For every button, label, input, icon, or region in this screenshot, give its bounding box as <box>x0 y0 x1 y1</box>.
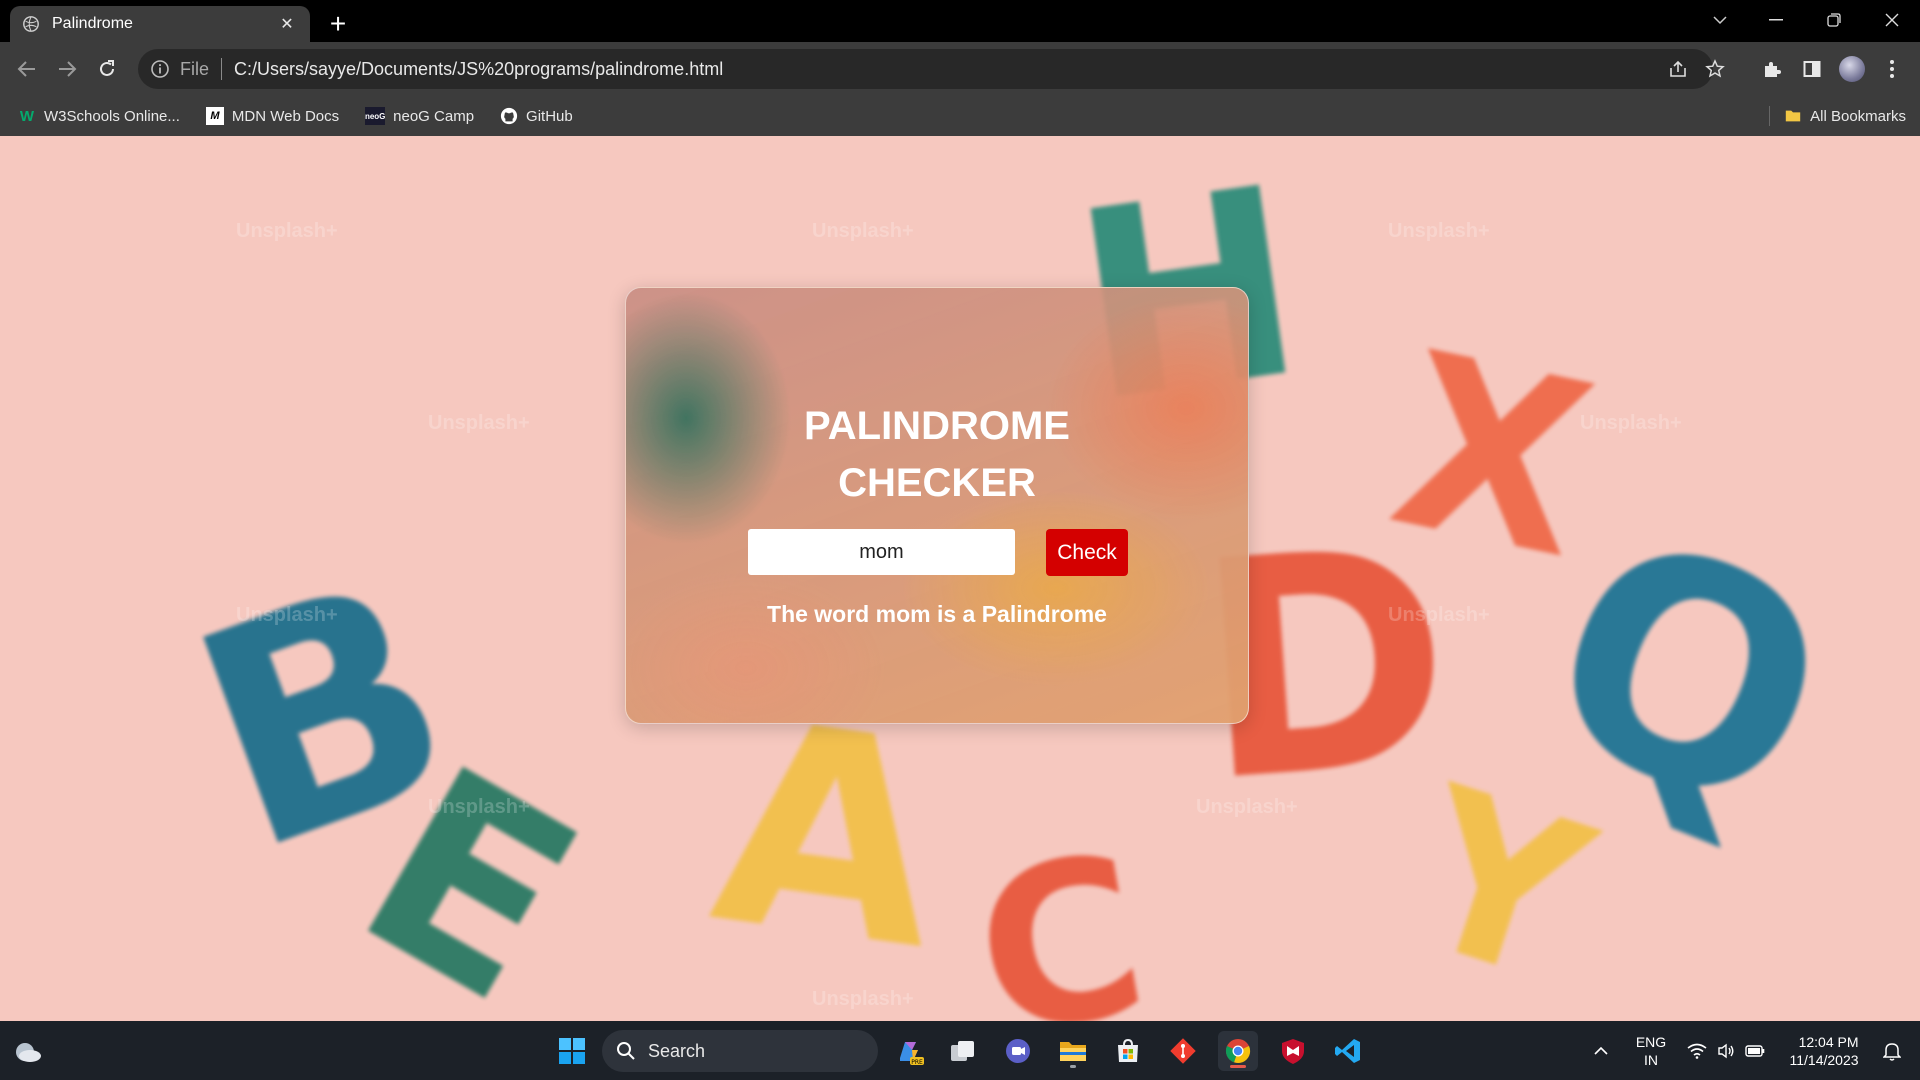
close-window-button[interactable] <box>1864 0 1920 40</box>
volume-icon <box>1718 1043 1734 1058</box>
tab-close-icon[interactable]: ✕ <box>276 13 298 35</box>
all-bookmarks-label: All Bookmarks <box>1810 107 1906 125</box>
bookmark-mdn[interactable]: M MDN Web Docs <box>198 101 347 131</box>
svg-text:PRE: PRE <box>911 1059 923 1066</box>
page-viewport: H B A D C X Y E Q Unsplash+ Unsplash+ Un… <box>0 136 1920 1021</box>
wifi-icon <box>1687 1043 1707 1059</box>
share-icon[interactable] <box>1663 49 1693 89</box>
info-icon[interactable] <box>150 59 170 79</box>
windows-taskbar: Search PRE ENG IN 12:04 PM 11/14/2023 <box>0 1021 1920 1080</box>
chrome-icon[interactable] <box>1218 1031 1258 1071</box>
bookmark-neog[interactable]: neoG neoG Camp <box>357 101 482 131</box>
quick-settings[interactable] <box>1686 1021 1766 1080</box>
url-separator <box>221 58 223 80</box>
side-panel-icon[interactable] <box>1796 53 1828 85</box>
minimize-button[interactable] <box>1748 0 1804 40</box>
unsplash-watermark: Unsplash+ <box>236 604 338 626</box>
back-button[interactable] <box>11 53 43 85</box>
microsoft-store-icon[interactable] <box>1108 1031 1148 1071</box>
neog-icon: neoG <box>365 107 385 125</box>
bookmark-label: MDN Web Docs <box>231 107 340 125</box>
url-scheme-label: File <box>180 58 210 79</box>
bookmarks-bar: W W3Schools Online... M MDN Web Docs neo… <box>0 96 1920 136</box>
reload-button[interactable] <box>91 53 123 85</box>
browser-toolbar: File C:/Users/sayye/Documents/JS%20progr… <box>0 42 1920 96</box>
search-label: Search <box>648 1040 706 1061</box>
word-input[interactable] <box>748 529 1015 575</box>
teams-icon[interactable] <box>998 1031 1038 1071</box>
unsplash-watermark: Unsplash+ <box>428 796 530 818</box>
unsplash-watermark: Unsplash+ <box>1196 796 1298 818</box>
title-line-1: PALINDROME <box>804 404 1070 448</box>
folder-icon <box>1785 110 1801 122</box>
unsplash-watermark: Unsplash+ <box>812 220 914 242</box>
task-view-icon[interactable] <box>943 1031 983 1071</box>
title-line-2: CHECKER <box>838 461 1036 505</box>
clock-time: 12:04 PM <box>1798 1033 1859 1050</box>
new-tab-button[interactable]: + <box>322 8 354 40</box>
windows-start-icon[interactable] <box>552 1031 592 1071</box>
check-button[interactable]: Check <box>1046 529 1128 576</box>
tab-search-chevron-icon[interactable] <box>1692 0 1748 40</box>
bookmark-w3schools[interactable]: W W3Schools Online... <box>10 101 188 131</box>
copilot-icon[interactable]: PRE <box>889 1031 929 1071</box>
weather-widget-icon[interactable] <box>8 1031 48 1071</box>
git-icon[interactable] <box>1163 1031 1203 1071</box>
bookmarks-divider <box>1769 106 1770 126</box>
unsplash-watermark: Unsplash+ <box>428 412 530 434</box>
vscode-icon[interactable] <box>1328 1031 1368 1071</box>
unsplash-watermark: Unsplash+ <box>1580 412 1682 434</box>
notification-bell-icon[interactable] <box>1872 1021 1912 1080</box>
avatar <box>1839 56 1865 82</box>
arrow-right-icon <box>59 61 77 77</box>
running-indicator <box>1070 1065 1076 1068</box>
address-bar[interactable]: File C:/Users/sayye/Documents/JS%20progr… <box>138 49 1725 89</box>
palindrome-card: PALINDROME CHECKER Check The word mom is… <box>625 287 1249 724</box>
w3schools-icon: W <box>19 107 35 125</box>
bookmark-label: neoG Camp <box>393 107 475 125</box>
bookmark-label: W3Schools Online... <box>44 107 180 125</box>
unsplash-watermark: Unsplash+ <box>1388 604 1490 626</box>
unsplash-watermark: Unsplash+ <box>812 988 914 1010</box>
clock[interactable]: 12:04 PM 11/14/2023 <box>1778 1021 1870 1080</box>
mcafee-icon[interactable] <box>1273 1031 1313 1071</box>
tab-title: Palindrome <box>52 15 133 32</box>
active-app-indicator <box>1230 1065 1246 1068</box>
file-explorer-icon[interactable] <box>1053 1031 1093 1071</box>
background-letter: A <box>698 659 959 1013</box>
unsplash-watermark: Unsplash+ <box>236 220 338 242</box>
background-letter: C <box>958 805 1163 1021</box>
unsplash-watermark: Unsplash+ <box>1388 220 1490 242</box>
mdn-icon: M <box>205 107 224 125</box>
result-text: The word mom is a Palindrome <box>767 601 1107 627</box>
url-text[interactable]: C:/Users/sayye/Documents/JS%20programs/p… <box>234 59 723 80</box>
restore-button[interactable] <box>1806 0 1862 40</box>
background-letter: X <box>1372 299 1613 613</box>
input-language-indicator[interactable]: ENG IN <box>1626 1021 1676 1080</box>
battery-icon <box>1745 1044 1765 1057</box>
globe-icon <box>23 16 39 32</box>
menu-kebab-icon[interactable] <box>1876 53 1908 85</box>
arrow-left-icon <box>17 61 35 77</box>
extensions-puzzle-icon[interactable] <box>1756 53 1788 85</box>
profile-avatar[interactable] <box>1836 53 1868 85</box>
bookmark-label: GitHub <box>526 107 573 125</box>
forward-button[interactable] <box>51 53 83 85</box>
show-hidden-icons-chevron-icon[interactable] <box>1586 1021 1616 1080</box>
reload-icon <box>100 60 114 76</box>
region-code: IN <box>1644 1051 1658 1068</box>
page-title: PALINDROME CHECKER <box>626 398 1248 512</box>
browser-tab[interactable]: Palindrome ✕ <box>10 6 310 42</box>
taskbar-search[interactable]: Search <box>602 1030 878 1072</box>
language-code: ENG <box>1635 1033 1667 1050</box>
github-icon <box>500 107 518 125</box>
tab-strip: Palindrome ✕ + <box>0 0 1920 42</box>
bookmark-star-icon[interactable] <box>1700 49 1730 89</box>
all-bookmarks-button[interactable]: All Bookmarks <box>1776 101 1914 131</box>
clock-date: 11/14/2023 <box>1789 1051 1859 1068</box>
bookmark-github[interactable]: GitHub <box>492 101 581 131</box>
search-icon <box>617 1042 635 1060</box>
